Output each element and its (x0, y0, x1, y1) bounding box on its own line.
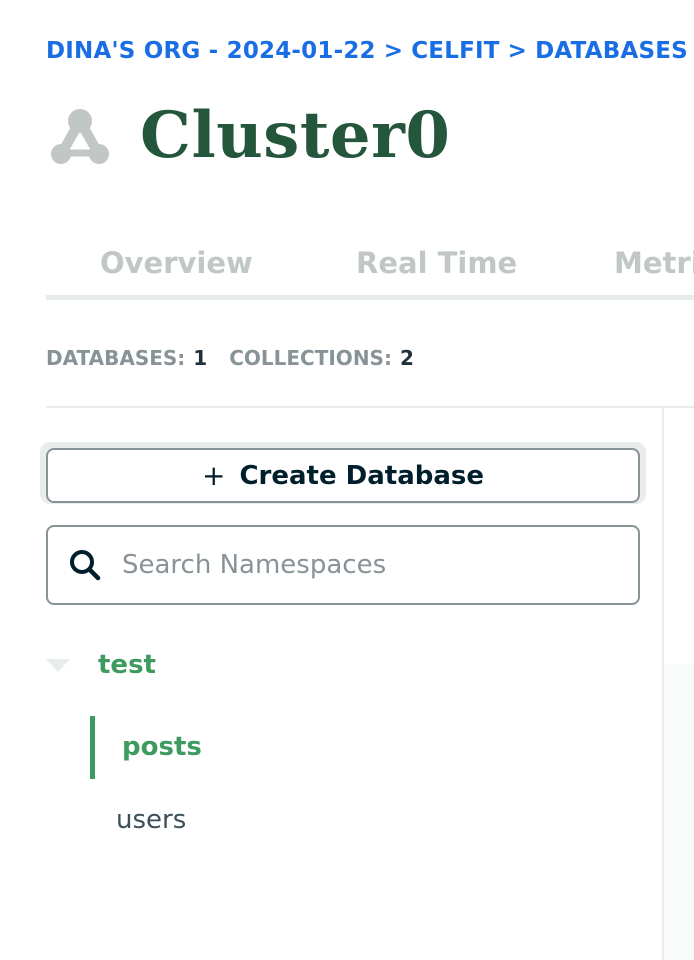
plus-icon: + (201, 459, 226, 492)
create-database-label: Create Database (239, 460, 485, 491)
databases-count: 1 (193, 346, 208, 370)
caret-down-icon[interactable] (46, 659, 70, 673)
search-icon (70, 550, 101, 581)
tab-overview[interactable]: Overview (100, 246, 253, 280)
content-divider (46, 406, 694, 408)
create-database-button[interactable]: + Create Database (46, 448, 640, 503)
breadcrumb-separator: > (507, 38, 528, 64)
breadcrumb: DINA'S ORG - 2024-01-22 > CELFIT > DATAB… (46, 38, 688, 64)
search-namespaces-field[interactable] (46, 525, 640, 605)
breadcrumb-separator: > (383, 38, 404, 64)
tab-real-time[interactable]: Real Time (356, 246, 517, 280)
tree-collection-posts[interactable]: posts (122, 732, 202, 762)
namespace-stats: DATABASES: 1 COLLECTIONS: 2 (46, 346, 436, 370)
tree-database-test[interactable]: test (98, 650, 156, 680)
search-input[interactable] (122, 550, 602, 580)
tabs-divider (46, 295, 694, 300)
cluster-icon (51, 109, 109, 164)
tree-collection-users[interactable]: users (116, 805, 186, 835)
breadcrumb-project-link[interactable]: CELFIT (411, 38, 499, 64)
collections-count: 2 (399, 346, 414, 370)
collections-count-label: COLLECTIONS: (229, 346, 392, 370)
page: DINA'S ORG - 2024-01-22 > CELFIT > DATAB… (0, 0, 694, 960)
main-panel (664, 664, 694, 960)
breadcrumb-section-link[interactable]: DATABASES (535, 38, 688, 64)
page-header: Cluster0 (48, 98, 450, 174)
page-title: Cluster0 (140, 98, 451, 173)
tab-metrics[interactable]: Metri (614, 246, 694, 280)
cluster-tabs: Overview Real Time Metri (46, 238, 694, 300)
databases-count-label: DATABASES: (46, 346, 186, 370)
active-collection-indicator (90, 716, 95, 779)
breadcrumb-org-link[interactable]: DINA'S ORG - 2024-01-22 (46, 38, 376, 64)
